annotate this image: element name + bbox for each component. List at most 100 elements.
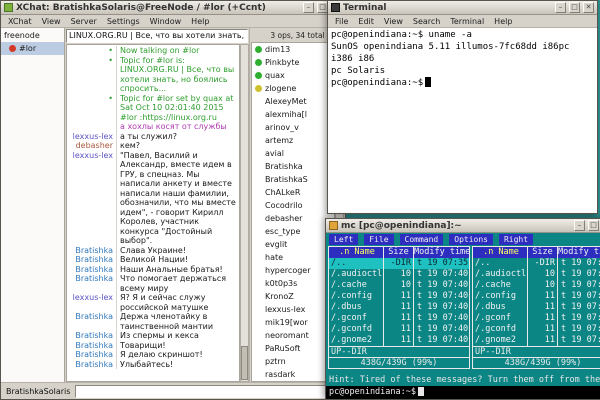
menu-item-search[interactable]: Search [408, 17, 445, 26]
menu-item-left[interactable]: Left [329, 234, 358, 245]
message-text: а ты служил? [117, 132, 239, 142]
user-list-item[interactable]: artemz [252, 134, 334, 147]
user-list-item[interactable]: Bratishka [252, 160, 334, 173]
user-list-item[interactable]: BratishkaS [252, 173, 334, 186]
topic-input[interactable]: LINUX.ORG.RU | Все, что вы хотели знать,… [66, 29, 248, 43]
menu-item-window[interactable]: Window [145, 17, 187, 26]
file-row[interactable]: /.config11t 19 07:40 [473, 291, 600, 302]
menu-item-file[interactable]: File [364, 234, 393, 245]
column-name[interactable]: .n Name [473, 247, 527, 258]
file-row[interactable]: /.gconf11t 19 07:40 [329, 313, 469, 324]
terminal-screen[interactable]: pc@openindiana:~$ uname -a SunOS openind… [328, 28, 597, 213]
user-list-item[interactable]: neoromant [252, 329, 334, 342]
file-row[interactable]: /..-DIRt 19 07:35 [473, 258, 600, 269]
file-row[interactable]: /.gconf11t 19 07:40 [473, 313, 600, 324]
user-badge-icon [255, 189, 262, 196]
menu-item-settings[interactable]: Settings [102, 17, 145, 26]
user-nick: mik19[wor [265, 318, 308, 327]
message-nick: Bratishka [67, 274, 117, 293]
column-name[interactable]: .n Name [329, 247, 383, 258]
file-row[interactable]: /.cache10t 19 07:40 [329, 280, 469, 291]
free-space-label: 438G/439G (99%) [473, 357, 600, 368]
file-row[interactable]: /.gconfd11t 19 07:40 [473, 324, 600, 335]
file-row[interactable]: /.gnome211t 19 07:40 [473, 335, 600, 346]
file-size: 10 [527, 280, 557, 291]
column-time[interactable]: Modify time [413, 247, 469, 258]
file-row[interactable]: /.gnome211t 19 07:40 [329, 335, 469, 346]
menu-item-help[interactable]: Help [489, 17, 517, 26]
user-list-item[interactable]: dim13 [252, 43, 334, 56]
file-row[interactable]: /.dbus11t 19 07:40 [473, 302, 600, 313]
user-list-item[interactable]: alexmiha[l [252, 108, 334, 121]
file-row[interactable]: /.audioctl10t 19 07:40 [473, 269, 600, 280]
user-list-item[interactable]: Pinkbyte [252, 56, 334, 69]
tree-item-network[interactable]: freenode [1, 29, 64, 42]
menu-item-options[interactable]: Options [449, 234, 493, 245]
terminal-titlebar[interactable]: Terminal – □ ✕ [328, 1, 597, 15]
file-size: 11 [383, 291, 413, 302]
menu-item-terminal[interactable]: Terminal [445, 17, 489, 26]
file-time: t 19 07:40 [557, 313, 600, 324]
menu-item-right[interactable]: Right [499, 234, 533, 245]
menu-item-xchat[interactable]: XChat [3, 17, 37, 26]
xchat-titlebar[interactable]: XChat: BratishkaSolaris@FreeNode / #lor … [1, 1, 345, 15]
file-name: /.audioctl [329, 269, 383, 280]
mc-titlebar[interactable]: mc [pc@openindiana]:~ – □ ✕ [326, 219, 600, 233]
file-row[interactable]: /.audioctl10t 19 07:40 [329, 269, 469, 280]
menu-item-edit[interactable]: Edit [353, 17, 379, 26]
message-text: "Павел, Василий и Александр, вместе идем… [117, 151, 239, 246]
chat-message-list: •Now talking on #lor•Topic for #lor is: … [66, 44, 240, 382]
menu-item-command[interactable]: Command [400, 234, 444, 245]
menu-item-view[interactable]: View [379, 17, 408, 26]
user-list-item[interactable]: lexxus-lex [252, 303, 334, 316]
file-row[interactable]: /.dbus11t 19 07:40 [329, 302, 469, 313]
mc-minimize-button[interactable]: – [574, 220, 585, 231]
user-list-item[interactable]: ChALkeR [252, 186, 334, 199]
user-list-item[interactable]: PaRuSoft [252, 342, 334, 355]
user-list-item[interactable]: evglit [252, 238, 334, 251]
tree-item-channel[interactable]: #lor [1, 42, 64, 55]
column-size[interactable]: Size [383, 247, 413, 258]
user-list-item[interactable]: hypercoger [252, 264, 334, 277]
file-row[interactable]: /.cache10t 19 07:40 [473, 280, 600, 291]
menu-item-file[interactable]: File [330, 17, 353, 26]
chat-scrollbar-thumb[interactable] [241, 346, 248, 380]
terminal-minimize-button[interactable]: – [555, 2, 566, 13]
user-nick: pztrn [265, 357, 286, 366]
column-size[interactable]: Size [527, 247, 557, 258]
user-badge-icon [255, 98, 262, 105]
user-list-item[interactable]: KronoZ [252, 290, 334, 303]
nick-button[interactable]: BratishkaSolaris [3, 387, 73, 396]
terminal-close-button[interactable]: ✕ [583, 2, 594, 13]
user-list-item[interactable]: zlogene [252, 82, 334, 95]
user-list-item[interactable]: esc_type [252, 225, 334, 238]
menu-item-server[interactable]: Server [66, 17, 102, 26]
file-row[interactable]: /..-DIRt 19 07:35 [329, 258, 469, 269]
user-list-item[interactable]: debasher [252, 212, 334, 225]
menu-item-view[interactable]: View [37, 17, 66, 26]
user-list-item[interactable]: k0t0p3s [252, 277, 334, 290]
user-list-item[interactable]: arinov_v [252, 121, 334, 134]
xchat-minimize-button[interactable]: – [303, 2, 314, 13]
file-size: 10 [383, 280, 413, 291]
mc-maximize-button[interactable]: □ [588, 220, 599, 231]
user-list-item[interactable]: quax [252, 69, 334, 82]
file-name: /.cache [329, 280, 383, 291]
file-row[interactable]: /.config11t 19 07:40 [329, 291, 469, 302]
file-name: /.gconfd [329, 324, 383, 335]
chat-scrollbar[interactable] [240, 44, 249, 382]
menu-item-help[interactable]: Help [186, 17, 214, 26]
user-list-item[interactable]: hate [252, 251, 334, 264]
user-list-item[interactable]: mik19[wor [252, 316, 334, 329]
file-row[interactable]: /.gconfd11t 19 07:40 [329, 324, 469, 335]
chat-input[interactable] [75, 385, 343, 398]
user-list-item[interactable]: Cocodrilo [252, 199, 334, 212]
user-list-item[interactable]: avial [252, 147, 334, 160]
terminal-maximize-button[interactable]: □ [569, 2, 580, 13]
user-list-item[interactable]: AlexeyMet [252, 95, 334, 108]
file-time: t 19 07:40 [413, 269, 469, 280]
mc-command-line[interactable]: pc@openindiana:~$ [326, 386, 600, 399]
column-time[interactable]: Modify time [557, 247, 600, 258]
user-list-item[interactable]: rasdark [252, 368, 334, 381]
user-list-item[interactable]: pztrn [252, 355, 334, 368]
